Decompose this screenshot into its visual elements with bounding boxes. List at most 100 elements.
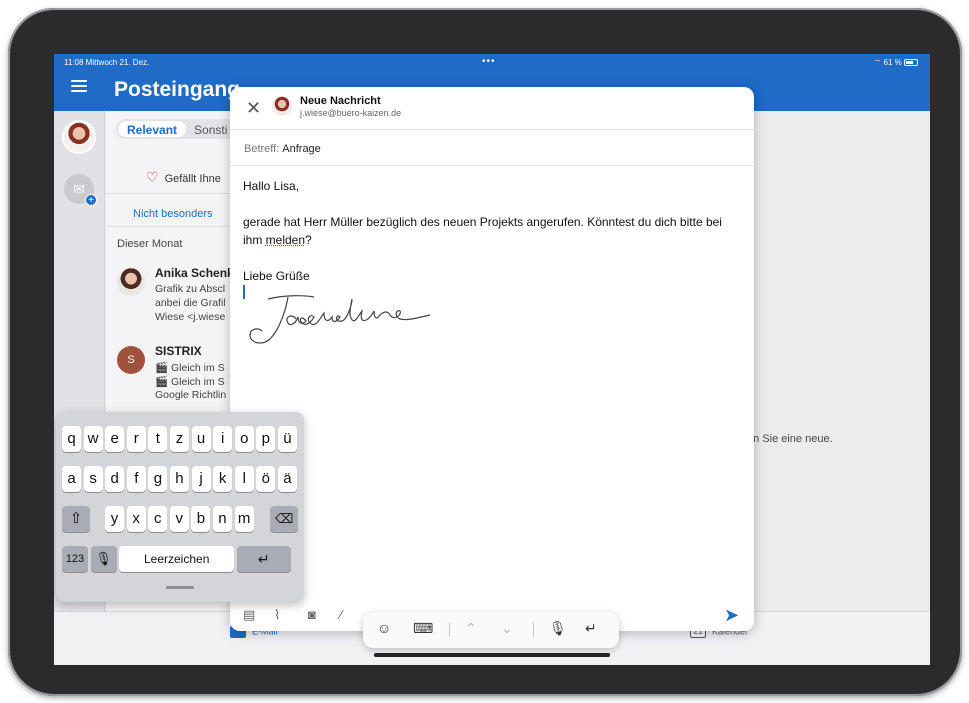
mail-subject: Grafik zu Abscl bbox=[155, 283, 226, 295]
not-special-button[interactable]: Nicht besonders bbox=[133, 208, 213, 220]
chevron-up-icon[interactable]: ⌃ bbox=[465, 620, 477, 637]
divider bbox=[449, 623, 450, 637]
menu-icon[interactable] bbox=[71, 80, 87, 92]
format-icon[interactable]: ∕ bbox=[340, 607, 342, 622]
mail-preview: Google Richtlin bbox=[155, 389, 227, 401]
send-icon[interactable]: ➤ bbox=[724, 605, 739, 626]
key[interactable]: c bbox=[148, 506, 168, 532]
key[interactable]: k bbox=[213, 466, 233, 492]
microphone-icon[interactable]: 🎙 bbox=[90, 546, 117, 572]
greeting: Hallo Lisa, bbox=[243, 179, 300, 193]
compose-title: Neue Nachricht bbox=[300, 95, 381, 107]
subject-label: Betreff: bbox=[244, 143, 280, 155]
heart-icon: ♡ bbox=[146, 169, 159, 185]
body-paragraph: gerade hat Herr Müller bezüglich des neu… bbox=[243, 215, 722, 247]
return-icon[interactable]: ↵ bbox=[585, 620, 597, 637]
mail-preview: 🎬 Gleich im S bbox=[155, 376, 225, 388]
divider bbox=[230, 129, 754, 130]
key[interactable]: i bbox=[213, 426, 233, 452]
chevron-down-icon[interactable]: ⌄ bbox=[501, 620, 513, 637]
return-key-icon[interactable]: ↵ bbox=[236, 546, 291, 572]
feedback-prompt: ♡ Gefällt Ihne bbox=[146, 169, 221, 185]
sender-avatar bbox=[272, 96, 292, 116]
handwritten-signature bbox=[249, 295, 431, 344]
key[interactable]: t bbox=[148, 426, 168, 452]
key-row: 123 🎙 Leerzeichen ↵ bbox=[62, 546, 291, 572]
status-time: 11:08 Mittwoch 21. Dez. bbox=[64, 58, 150, 67]
tab-relevant[interactable]: Relevant bbox=[118, 121, 187, 137]
template-icon[interactable]: ▤ bbox=[243, 607, 255, 623]
section-heading: Dieser Monat bbox=[117, 238, 183, 250]
ipad-frame: 11:08 Mittwoch 21. Dez. ••• ⌔ 61 % Poste… bbox=[8, 8, 962, 696]
mail-preview: Wiese <j.wiese bbox=[155, 311, 226, 323]
key[interactable]: a bbox=[62, 466, 81, 492]
key[interactable]: f bbox=[126, 466, 146, 492]
key[interactable]: q bbox=[62, 426, 81, 452]
key[interactable]: n bbox=[212, 506, 232, 532]
attachment-icon[interactable]: ⌇ bbox=[274, 607, 280, 623]
plus-icon[interactable]: + bbox=[85, 194, 97, 206]
subject-value: Anfrage bbox=[282, 143, 321, 155]
home-indicator[interactable] bbox=[374, 653, 610, 657]
key[interactable]: z bbox=[169, 426, 189, 452]
key[interactable]: g bbox=[148, 466, 168, 492]
key[interactable]: p bbox=[256, 426, 276, 452]
key[interactable]: u bbox=[191, 426, 211, 452]
mail-sender: Anika Schenk bbox=[155, 266, 234, 280]
mail-sender: SISTRIX bbox=[155, 344, 202, 358]
divider bbox=[230, 165, 754, 166]
key[interactable]: ö bbox=[256, 466, 276, 492]
key[interactable]: j bbox=[191, 466, 211, 492]
keyboard-shortcut-bar: ☺ ⌨ ⌃ ⌄ 🎙 ↵ bbox=[363, 612, 619, 648]
key[interactable]: l bbox=[234, 466, 254, 492]
multitasking-dots[interactable]: ••• bbox=[482, 56, 496, 67]
key[interactable]: w bbox=[83, 426, 103, 452]
key[interactable]: m bbox=[234, 506, 254, 532]
divider bbox=[533, 623, 534, 637]
inbox-filter-toggle: Relevant Sonsti bbox=[116, 119, 238, 139]
sender-address[interactable]: j.wiese@buero-kaizen.de bbox=[300, 108, 401, 118]
keyboard-drag-handle[interactable] bbox=[166, 586, 194, 589]
key[interactable]: x bbox=[126, 506, 146, 532]
key[interactable]: ä bbox=[277, 466, 297, 492]
camera-icon[interactable]: ◙ bbox=[308, 607, 316, 622]
delete-key-icon[interactable]: ⌫ bbox=[270, 506, 299, 532]
account-avatar[interactable] bbox=[62, 120, 96, 154]
empty-state-text: en Sie eine neue. bbox=[747, 433, 833, 445]
screen: 11:08 Mittwoch 21. Dez. ••• ⌔ 61 % Poste… bbox=[54, 54, 930, 665]
mail-subject: 🎬 Gleich im S bbox=[155, 362, 225, 374]
wifi-icon: ⌔ bbox=[873, 58, 882, 67]
closing: Liebe Grüße bbox=[243, 269, 310, 283]
numbers-key[interactable]: 123 bbox=[62, 546, 88, 572]
subject-field[interactable]: Betreff: Anfrage bbox=[244, 143, 321, 155]
avatar: S bbox=[117, 346, 145, 374]
battery-indicator: ⌔ 61 % bbox=[874, 58, 918, 68]
emoji-icon[interactable]: ☺ bbox=[377, 620, 391, 636]
key[interactable]: d bbox=[105, 466, 125, 492]
key[interactable]: s bbox=[83, 466, 103, 492]
close-icon[interactable]: ✕ bbox=[246, 99, 261, 117]
microphone-icon[interactable]: 🎙 bbox=[549, 620, 567, 637]
key[interactable]: e bbox=[105, 426, 125, 452]
status-bar: 11:08 Mittwoch 21. Dez. ••• ⌔ 61 % bbox=[54, 54, 930, 72]
key[interactable]: h bbox=[169, 466, 189, 492]
key-row: q w e r t z u i o p ü bbox=[62, 426, 300, 452]
key-row: ⇧ y x c v b n m ⌫ bbox=[62, 506, 301, 532]
shift-key-icon[interactable]: ⇧ bbox=[62, 506, 90, 532]
key[interactable]: ü bbox=[277, 426, 297, 452]
space-key[interactable]: Leerzeichen bbox=[119, 546, 235, 572]
tab-sonstige[interactable]: Sonsti bbox=[186, 121, 235, 137]
page-title: Posteingang bbox=[114, 78, 241, 101]
floating-keyboard: q w e r t z u i o p ü a s d f g h j k l … bbox=[56, 412, 304, 602]
key[interactable]: r bbox=[126, 426, 146, 452]
key[interactable]: v bbox=[169, 506, 189, 532]
battery-icon bbox=[904, 59, 918, 67]
spellcheck-word: melden bbox=[265, 233, 306, 247]
message-body[interactable]: Hallo Lisa, gerade hat Herr Müller bezüg… bbox=[243, 177, 739, 303]
key[interactable]: b bbox=[191, 506, 211, 532]
key-row: a s d f g h j k l ö ä bbox=[62, 466, 300, 492]
key[interactable]: y bbox=[105, 506, 124, 532]
key[interactable]: o bbox=[234, 426, 254, 452]
keyboard-icon[interactable]: ⌨ bbox=[413, 620, 433, 637]
mail-preview: anbei die Grafil bbox=[155, 297, 226, 309]
